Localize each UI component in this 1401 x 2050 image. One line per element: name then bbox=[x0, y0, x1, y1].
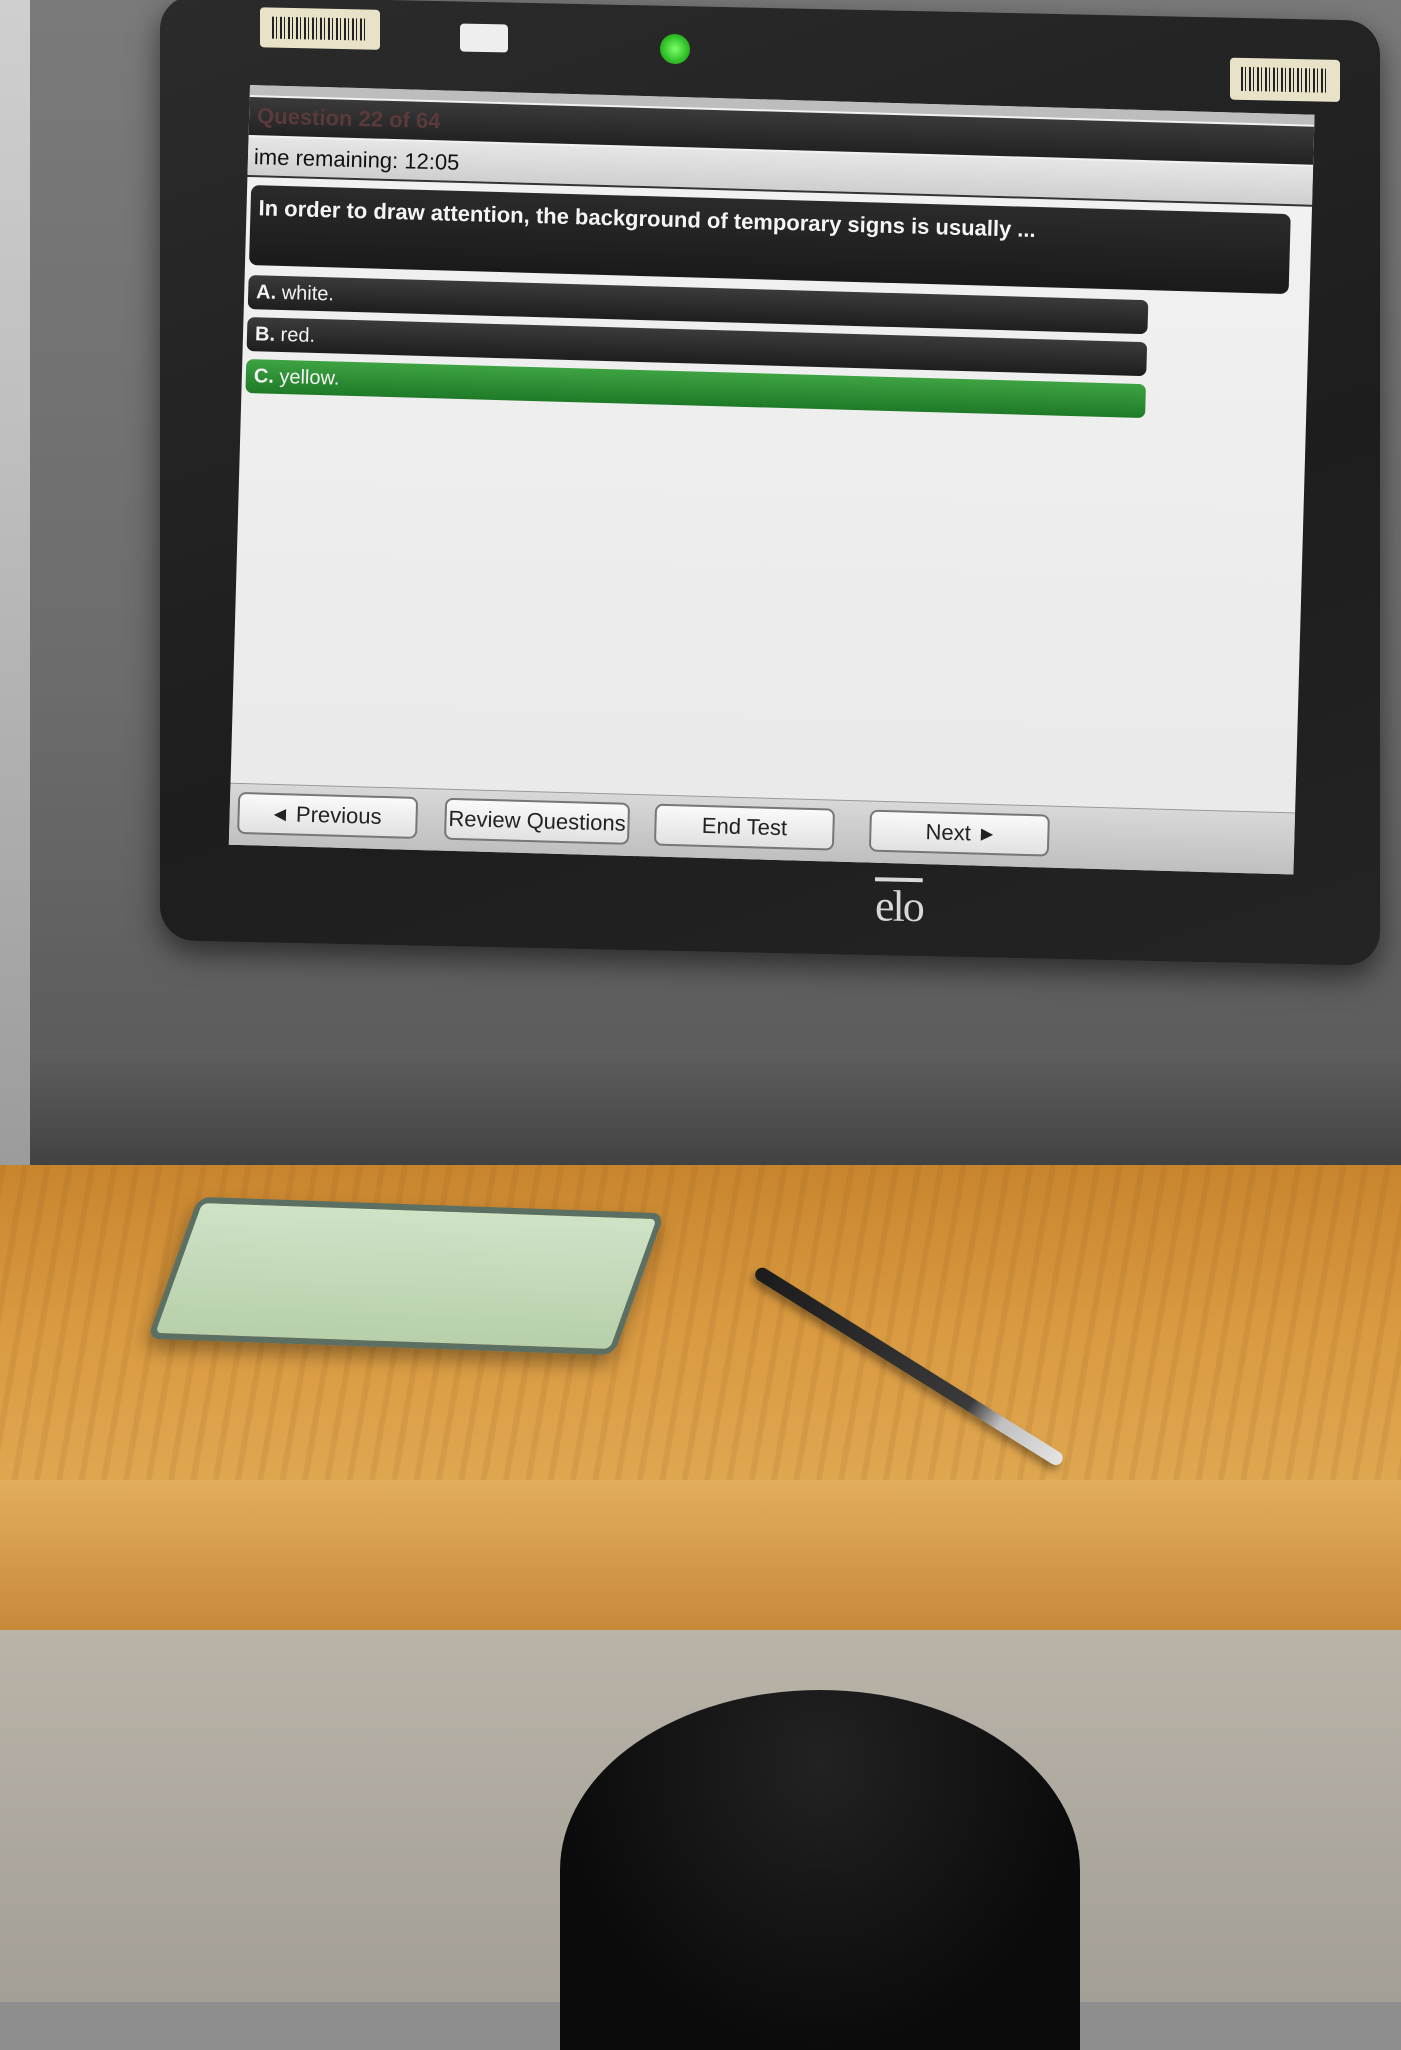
answer-text: white. bbox=[281, 281, 335, 306]
power-led-icon bbox=[660, 33, 690, 65]
end-test-button[interactable]: End Test bbox=[653, 803, 836, 851]
asset-sticker-left bbox=[260, 7, 380, 50]
desk-edge bbox=[0, 1480, 1401, 1630]
barcode-icon bbox=[1241, 67, 1329, 93]
review-label: Review Questions bbox=[448, 805, 627, 836]
next-label: Next bbox=[925, 819, 972, 846]
previous-label: Previous bbox=[295, 801, 382, 829]
triangle-right-icon: ▶ bbox=[980, 825, 994, 844]
elo-logo: elo bbox=[875, 881, 923, 932]
review-questions-button[interactable]: Review Questions bbox=[444, 797, 631, 845]
asset-sticker-right bbox=[1230, 57, 1340, 102]
answer-text: red. bbox=[280, 323, 316, 347]
barcode-icon bbox=[272, 16, 368, 41]
blank-sticker bbox=[460, 23, 508, 53]
previous-button[interactable]: ◀ Previous bbox=[237, 791, 419, 839]
question-text: In order to draw attention, the backgrou… bbox=[258, 195, 1037, 242]
answer-letter: B. bbox=[254, 323, 276, 346]
answer-text: yellow. bbox=[279, 365, 340, 390]
triangle-left-icon: ◀ bbox=[273, 805, 287, 824]
answer-letter: C. bbox=[253, 365, 275, 388]
id-card-wallet bbox=[147, 1196, 665, 1356]
exam-screen: Question 22 of 64 ime remaining: 12:05 I… bbox=[228, 85, 1315, 875]
end-test-label: End Test bbox=[701, 812, 788, 841]
answer-letter: A. bbox=[255, 281, 277, 304]
chair bbox=[560, 1690, 1080, 2050]
kiosk-shelf bbox=[30, 1050, 1401, 1180]
next-button[interactable]: Next ▶ bbox=[868, 809, 1050, 857]
